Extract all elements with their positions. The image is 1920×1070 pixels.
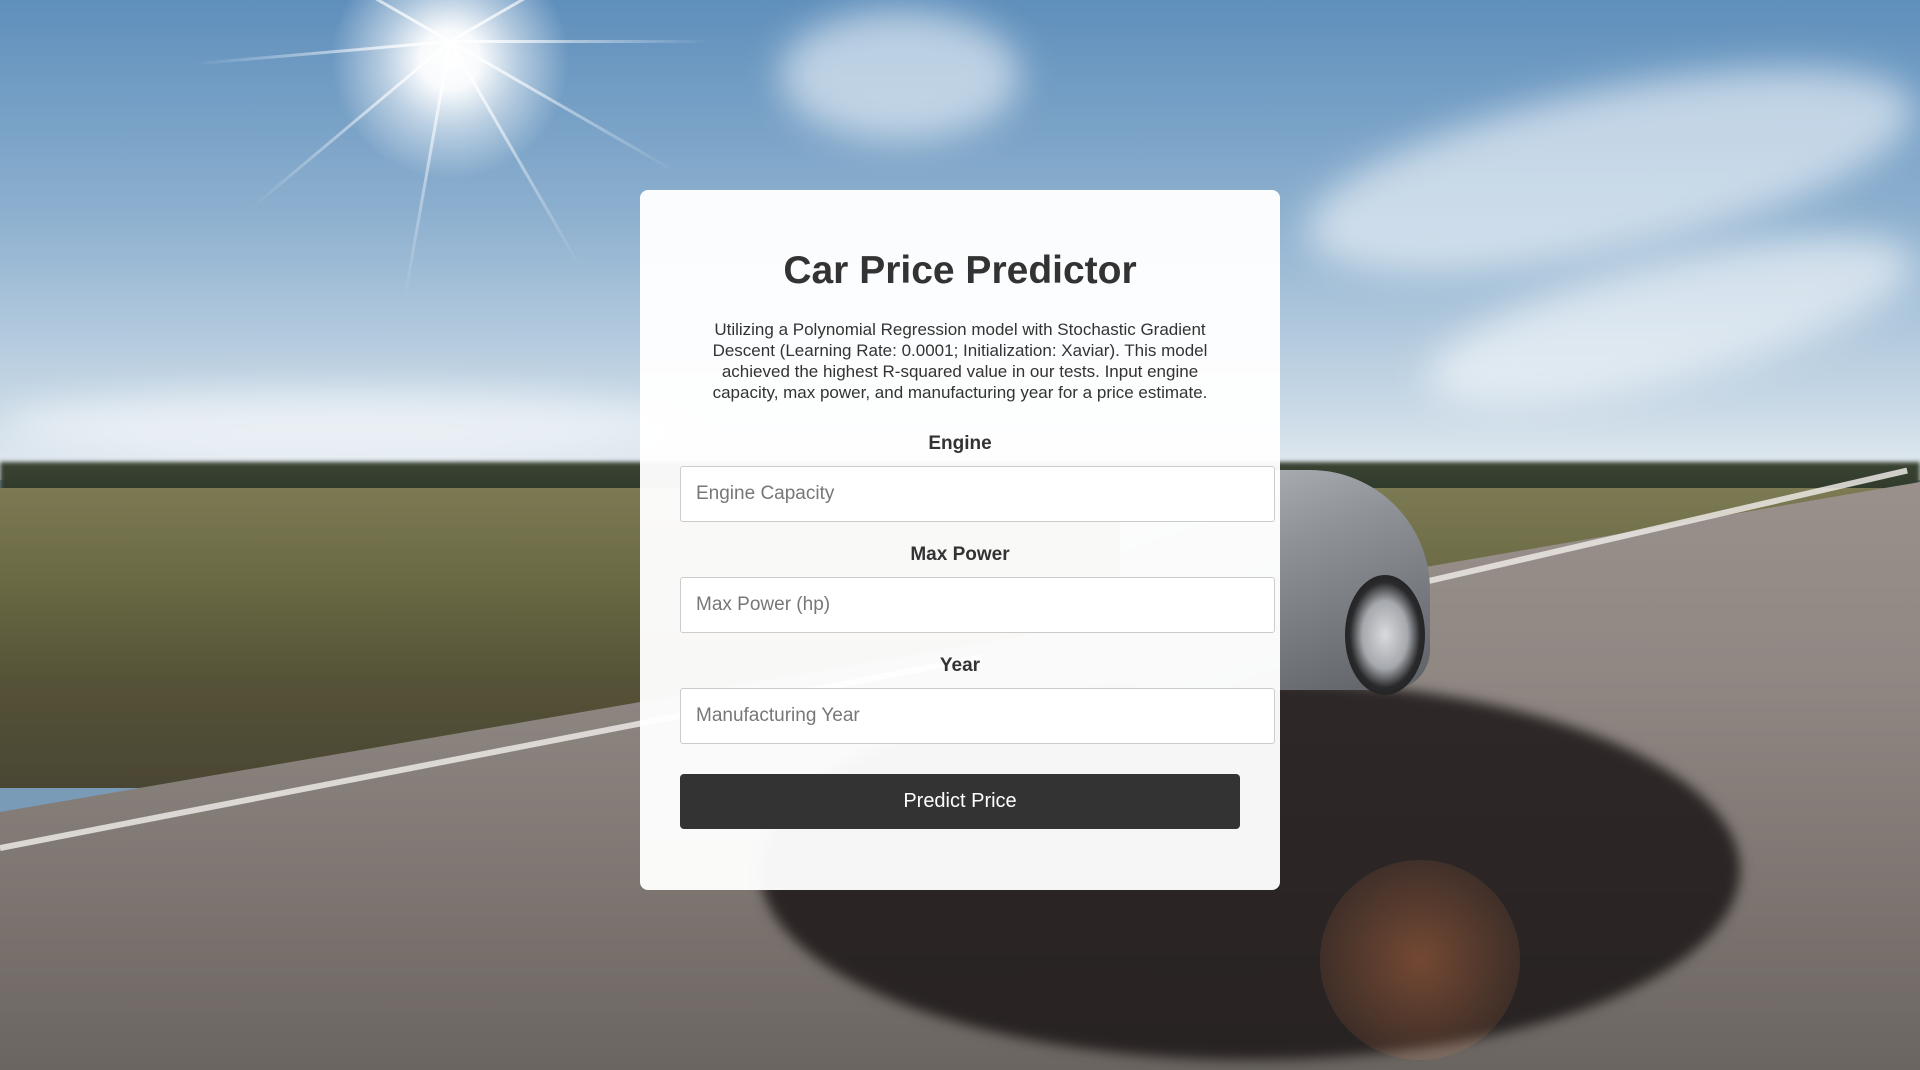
cloud (780, 10, 1020, 140)
year-label: Year (939, 654, 981, 676)
model-description: Utilizing a Polynomial Regression model … (712, 319, 1208, 402)
engine-label: Engine (928, 432, 992, 454)
engine-capacity-input[interactable] (680, 465, 1275, 522)
max-power-label: Max Power (910, 543, 1010, 565)
background-scene: Car Price Predictor Utilizing a Polynomi… (0, 0, 1920, 1070)
engine-field-group: Engine (680, 432, 1275, 522)
lens-flare (1320, 860, 1520, 1060)
manufacturing-year-input[interactable] (680, 687, 1275, 744)
predict-price-button[interactable]: Predict Price (680, 773, 1240, 829)
page-title: Car Price Predictor (783, 249, 1137, 292)
max-power-field-group: Max Power (680, 543, 1275, 633)
year-field-group: Year (680, 654, 1275, 744)
car-wheel (1345, 575, 1425, 695)
max-power-input[interactable] (680, 576, 1275, 633)
cloud (0, 390, 700, 460)
predictor-card: Car Price Predictor Utilizing a Polynomi… (640, 190, 1280, 890)
